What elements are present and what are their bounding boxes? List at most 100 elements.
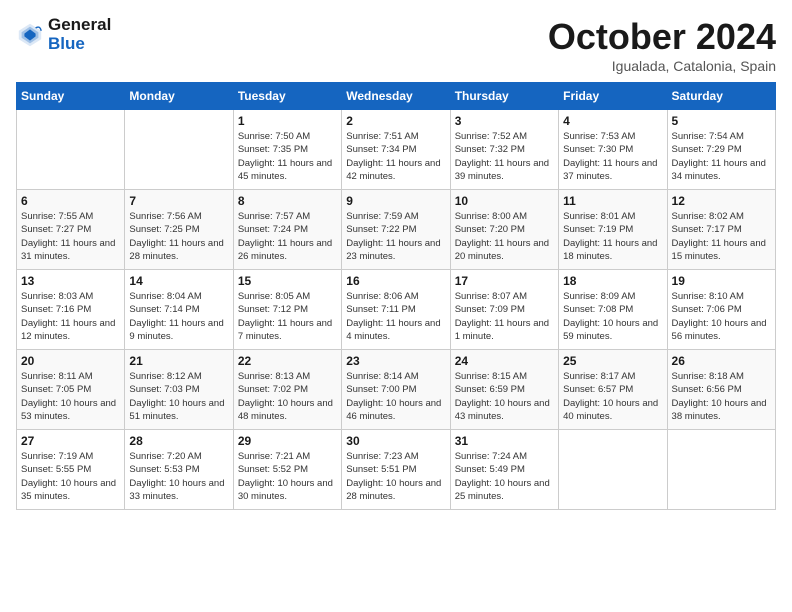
calendar-cell: 23Sunrise: 8:14 AM Sunset: 7:00 PM Dayli…	[342, 350, 450, 430]
day-number: 19	[672, 274, 771, 288]
calendar-cell: 4 Sunrise: 7:53 AM Sunset: 7:30 PM Daylig…	[559, 110, 667, 190]
day-number: 31	[455, 434, 554, 448]
day-number: 20	[21, 354, 120, 368]
calendar-cell: 17 Sunrise: 8:07 AM Sunset: 7:09 PM Dayli…	[450, 270, 558, 350]
day-info: Sunrise: 8:09 AM Sunset: 7:08 PM Dayligh…	[563, 290, 662, 343]
calendar-cell: 24Sunrise: 8:15 AM Sunset: 6:59 PM Dayli…	[450, 350, 558, 430]
calendar-cell: 19Sunrise: 8:10 AM Sunset: 7:06 PM Dayli…	[667, 270, 775, 350]
calendar-cell: 31Sunrise: 7:24 AM Sunset: 5:49 PM Dayli…	[450, 430, 558, 510]
day-info: Sunrise: 8:06 AM Sunset: 7:11 PM Dayligh…	[346, 290, 445, 343]
calendar-cell: 10 Sunrise: 8:00 AM Sunset: 7:20 PM Dayli…	[450, 190, 558, 270]
day-info: Sunrise: 7:21 AM Sunset: 5:52 PM Dayligh…	[238, 450, 337, 503]
day-info: Sunrise: 7:23 AM Sunset: 5:51 PM Dayligh…	[346, 450, 445, 503]
week-row-4: 20 Sunrise: 8:11 AM Sunset: 7:05 PM Dayli…	[17, 350, 776, 430]
day-number: 28	[129, 434, 228, 448]
calendar-table: SundayMondayTuesdayWednesdayThursdayFrid…	[16, 82, 776, 510]
day-number: 13	[21, 274, 120, 288]
title-area: October 2024 Igualada, Catalonia, Spain	[548, 16, 776, 74]
calendar-cell: 21 Sunrise: 8:12 AM Sunset: 7:03 PM Dayli…	[125, 350, 233, 430]
week-row-5: 27 Sunrise: 7:19 AM Sunset: 5:55 PM Dayli…	[17, 430, 776, 510]
calendar-subtitle: Igualada, Catalonia, Spain	[548, 58, 776, 74]
calendar-cell: 29 Sunrise: 7:21 AM Sunset: 5:52 PM Dayli…	[233, 430, 341, 510]
day-number: 5	[672, 114, 771, 128]
day-info: Sunrise: 7:51 AM Sunset: 7:34 PM Dayligh…	[346, 130, 445, 183]
weekday-header-saturday: Saturday	[667, 83, 775, 110]
day-number: 3	[455, 114, 554, 128]
day-number: 23	[346, 354, 445, 368]
calendar-cell: 30 Sunrise: 7:23 AM Sunset: 5:51 PM Dayli…	[342, 430, 450, 510]
day-info: Sunrise: 7:19 AM Sunset: 5:55 PM Dayligh…	[21, 450, 120, 503]
day-info: Sunrise: 7:59 AM Sunset: 7:22 PM Dayligh…	[346, 210, 445, 263]
calendar-cell: 25Sunrise: 8:17 AM Sunset: 6:57 PM Dayli…	[559, 350, 667, 430]
logo-line1: General	[48, 16, 111, 35]
calendar-cell: 6 Sunrise: 7:55 AM Sunset: 7:27 PM Daylig…	[17, 190, 125, 270]
day-info: Sunrise: 8:05 AM Sunset: 7:12 PM Dayligh…	[238, 290, 337, 343]
day-info: Sunrise: 7:52 AM Sunset: 7:32 PM Dayligh…	[455, 130, 554, 183]
day-number: 7	[129, 194, 228, 208]
logo-line2: Blue	[48, 35, 111, 54]
day-info: Sunrise: 7:57 AM Sunset: 7:24 PM Dayligh…	[238, 210, 337, 263]
day-info: Sunrise: 8:18 AM Sunset: 6:56 PM Dayligh…	[672, 370, 771, 423]
calendar-cell: 13 Sunrise: 8:03 AM Sunset: 7:16 PM Dayli…	[17, 270, 125, 350]
day-number: 10	[455, 194, 554, 208]
calendar-cell: 11Sunrise: 8:01 AM Sunset: 7:19 PM Dayli…	[559, 190, 667, 270]
day-number: 6	[21, 194, 120, 208]
day-info: Sunrise: 8:02 AM Sunset: 7:17 PM Dayligh…	[672, 210, 771, 263]
day-number: 21	[129, 354, 228, 368]
day-info: Sunrise: 7:55 AM Sunset: 7:27 PM Dayligh…	[21, 210, 120, 263]
header: General Blue October 2024 Igualada, Cata…	[16, 16, 776, 74]
weekday-header-thursday: Thursday	[450, 83, 558, 110]
day-info: Sunrise: 8:12 AM Sunset: 7:03 PM Dayligh…	[129, 370, 228, 423]
day-number: 2	[346, 114, 445, 128]
day-info: Sunrise: 7:53 AM Sunset: 7:30 PM Dayligh…	[563, 130, 662, 183]
day-number: 30	[346, 434, 445, 448]
weekday-header-tuesday: Tuesday	[233, 83, 341, 110]
day-number: 8	[238, 194, 337, 208]
calendar-cell	[125, 110, 233, 190]
calendar-cell: 28 Sunrise: 7:20 AM Sunset: 5:53 PM Dayli…	[125, 430, 233, 510]
day-info: Sunrise: 7:20 AM Sunset: 5:53 PM Dayligh…	[129, 450, 228, 503]
calendar-cell: 16Sunrise: 8:06 AM Sunset: 7:11 PM Dayli…	[342, 270, 450, 350]
calendar-cell: 8 Sunrise: 7:57 AM Sunset: 7:24 PM Daylig…	[233, 190, 341, 270]
day-number: 27	[21, 434, 120, 448]
day-number: 29	[238, 434, 337, 448]
calendar-cell: 14Sunrise: 8:04 AM Sunset: 7:14 PM Dayli…	[125, 270, 233, 350]
day-info: Sunrise: 8:15 AM Sunset: 6:59 PM Dayligh…	[455, 370, 554, 423]
day-info: Sunrise: 8:04 AM Sunset: 7:14 PM Dayligh…	[129, 290, 228, 343]
weekday-header-wednesday: Wednesday	[342, 83, 450, 110]
calendar-cell: 9 Sunrise: 7:59 AM Sunset: 7:22 PM Daylig…	[342, 190, 450, 270]
day-info: Sunrise: 8:03 AM Sunset: 7:16 PM Dayligh…	[21, 290, 120, 343]
calendar-cell	[559, 430, 667, 510]
calendar-cell: 22Sunrise: 8:13 AM Sunset: 7:02 PM Dayli…	[233, 350, 341, 430]
day-info: Sunrise: 8:00 AM Sunset: 7:20 PM Dayligh…	[455, 210, 554, 263]
day-info: Sunrise: 7:56 AM Sunset: 7:25 PM Dayligh…	[129, 210, 228, 263]
calendar-cell: 5 Sunrise: 7:54 AM Sunset: 7:29 PM Daylig…	[667, 110, 775, 190]
day-number: 18	[563, 274, 662, 288]
day-number: 17	[455, 274, 554, 288]
calendar-cell: 26Sunrise: 8:18 AM Sunset: 6:56 PM Dayli…	[667, 350, 775, 430]
week-row-1: 1 Sunrise: 7:50 AM Sunset: 7:35 PM Daylig…	[17, 110, 776, 190]
day-info: Sunrise: 8:11 AM Sunset: 7:05 PM Dayligh…	[21, 370, 120, 423]
day-info: Sunrise: 8:13 AM Sunset: 7:02 PM Dayligh…	[238, 370, 337, 423]
day-number: 12	[672, 194, 771, 208]
day-info: Sunrise: 7:50 AM Sunset: 7:35 PM Dayligh…	[238, 130, 337, 183]
week-row-2: 6 Sunrise: 7:55 AM Sunset: 7:27 PM Daylig…	[17, 190, 776, 270]
day-number: 15	[238, 274, 337, 288]
day-info: Sunrise: 8:07 AM Sunset: 7:09 PM Dayligh…	[455, 290, 554, 343]
day-number: 25	[563, 354, 662, 368]
day-number: 11	[563, 194, 662, 208]
calendar-cell	[667, 430, 775, 510]
calendar-cell: 15 Sunrise: 8:05 AM Sunset: 7:12 PM Dayli…	[233, 270, 341, 350]
calendar-cell: 2 Sunrise: 7:51 AM Sunset: 7:34 PM Daylig…	[342, 110, 450, 190]
logo: General Blue	[16, 16, 111, 53]
day-number: 4	[563, 114, 662, 128]
day-info: Sunrise: 7:54 AM Sunset: 7:29 PM Dayligh…	[672, 130, 771, 183]
calendar-cell: 12 Sunrise: 8:02 AM Sunset: 7:17 PM Dayli…	[667, 190, 775, 270]
day-number: 1	[238, 114, 337, 128]
calendar-title: October 2024	[548, 16, 776, 58]
week-row-3: 13 Sunrise: 8:03 AM Sunset: 7:16 PM Dayli…	[17, 270, 776, 350]
day-number: 9	[346, 194, 445, 208]
weekday-header-friday: Friday	[559, 83, 667, 110]
calendar-cell: 18 Sunrise: 8:09 AM Sunset: 7:08 PM Dayli…	[559, 270, 667, 350]
logo-icon	[16, 21, 44, 49]
